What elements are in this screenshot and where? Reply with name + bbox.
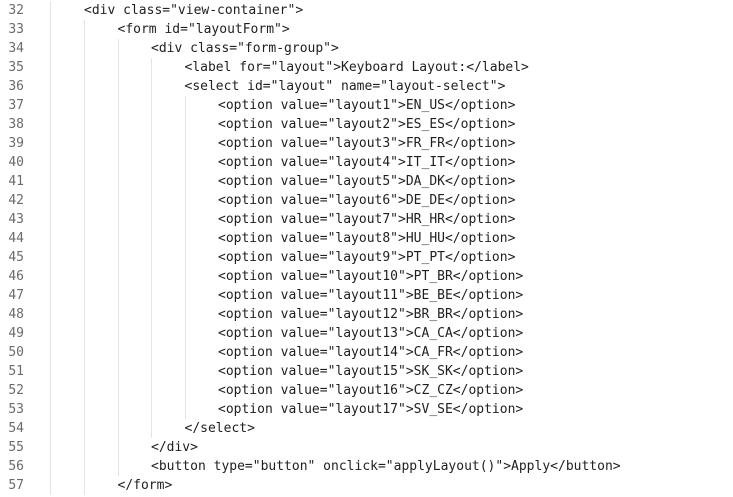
code-text: <option value="layout9">PT_PT</option> — [218, 250, 516, 265]
code-line[interactable]: 48 <option value="layout12">BR_BR</option… — [0, 305, 733, 324]
code-line[interactable]: 35 <label for="layout">Keyboard Layout:</… — [0, 58, 733, 77]
code-text: <div class="form-group"> — [151, 41, 339, 56]
code-text: <option value="layout5">DA_DK</option> — [218, 174, 516, 189]
code-line[interactable]: 56 <button type="button" onclick="applyLa… — [0, 457, 733, 476]
line-number: 36 — [8, 79, 24, 94]
code-line[interactable]: 39 <option value="layout3">FR_FR</option> — [0, 134, 733, 153]
code-text: <option value="layout11">BE_BE</option> — [218, 288, 524, 303]
code-text: <option value="layout13">CA_CA</option> — [218, 326, 524, 341]
code-text: <option value="layout1">EN_US</option> — [218, 98, 516, 113]
line-number: 33 — [8, 22, 24, 37]
line-number: 54 — [8, 421, 24, 436]
code-line[interactable]: 41 <option value="layout5">DA_DK</option> — [0, 172, 733, 191]
code-editor[interactable]: 32 <div class="view-container"> 33 <form id… — [0, 0, 733, 497]
code-text: <button type="button" onclick="applyLayo… — [151, 459, 621, 474]
code-text: <div class="view-container"> — [84, 3, 304, 18]
line-number: 37 — [8, 98, 24, 113]
code-line[interactable]: 47 <option value="layout11">BE_BE</option… — [0, 286, 733, 305]
line-number: 51 — [8, 364, 24, 379]
line-number: 35 — [8, 60, 24, 75]
line-number: 46 — [8, 269, 24, 284]
line-number: 40 — [8, 155, 24, 170]
code-text: </div> — [151, 440, 198, 455]
line-number: 41 — [8, 174, 24, 189]
code-text: <option value="layout10">PT_BR</option> — [218, 269, 524, 284]
line-number: 47 — [8, 288, 24, 303]
code-text: <option value="layout6">DE_DE</option> — [218, 193, 516, 208]
code-line[interactable]: 44 <option value="layout8">HU_HU</option> — [0, 229, 733, 248]
code-line[interactable]: 34 <div class="form-group"> — [0, 39, 733, 58]
code-line[interactable]: 50 <option value="layout14">CA_FR</option… — [0, 343, 733, 362]
line-number: 43 — [8, 212, 24, 227]
code-text: <option value="layout12">BR_BR</option> — [218, 307, 524, 322]
code-line[interactable]: 32 <div class="view-container"> — [0, 1, 733, 20]
line-number: 32 — [8, 3, 24, 18]
code-line[interactable]: 49 <option value="layout13">CA_CA</option… — [0, 324, 733, 343]
line-number: 57 — [8, 478, 24, 493]
code-line[interactable]: 45 <option value="layout9">PT_PT</option> — [0, 248, 733, 267]
code-text: <label for="layout">Keyboard Layout:</la… — [184, 60, 529, 75]
line-number: 50 — [8, 345, 24, 360]
line-number: 53 — [8, 402, 24, 417]
code-line[interactable]: 53 <option value="layout17">SV_SE</option… — [0, 400, 733, 419]
line-number: 49 — [8, 326, 24, 341]
code-line[interactable]: 40 <option value="layout4">IT_IT</option> — [0, 153, 733, 172]
code-text: <option value="layout3">FR_FR</option> — [218, 136, 516, 151]
code-text: <option value="layout15">SK_SK</option> — [218, 364, 524, 379]
code-line[interactable]: 38 <option value="layout2">ES_ES</option> — [0, 115, 733, 134]
line-number: 38 — [8, 117, 24, 132]
code-line[interactable]: 33 <form id="layoutForm"> — [0, 20, 733, 39]
line-number: 56 — [8, 459, 24, 474]
code-text: <option value="layout2">ES_ES</option> — [218, 117, 516, 132]
code-text: </select> — [184, 421, 255, 436]
code-line[interactable]: 46 <option value="layout10">PT_BR</option… — [0, 267, 733, 286]
code-text: <form id="layoutForm"> — [117, 22, 290, 37]
line-number: 39 — [8, 136, 24, 151]
code-text: </form> — [117, 478, 173, 493]
code-line[interactable]: 36 <select id="layout" name="layout-selec… — [0, 77, 733, 96]
code-line[interactable]: 43 <option value="layout7">HR_HR</option> — [0, 210, 733, 229]
code-text: <option value="layout8">HU_HU</option> — [218, 231, 516, 246]
code-line[interactable]: 37 <option value="layout1">EN_US</option> — [0, 96, 733, 115]
line-number: 45 — [8, 250, 24, 265]
code-text: <option value="layout7">HR_HR</option> — [218, 212, 516, 227]
line-number: 52 — [8, 383, 24, 398]
code-text: <option value="layout4">IT_IT</option> — [218, 155, 516, 170]
line-number: 44 — [8, 231, 24, 246]
code-line[interactable]: 51 <option value="layout15">SK_SK</option… — [0, 362, 733, 381]
code-text: <option value="layout17">SV_SE</option> — [218, 402, 524, 417]
line-number: 34 — [8, 41, 24, 56]
line-number: 55 — [8, 440, 24, 455]
line-number: 48 — [8, 307, 24, 322]
code-line[interactable]: 57 </form> — [0, 476, 733, 495]
code-line[interactable]: 42 <option value="layout6">DE_DE</option> — [0, 191, 733, 210]
code-line[interactable]: 52 <option value="layout16">CZ_CZ</option… — [0, 381, 733, 400]
code-line[interactable]: 54 </select> — [0, 419, 733, 438]
code-line[interactable]: 55 </div> — [0, 438, 733, 457]
line-number: 42 — [8, 193, 24, 208]
code-text: <option value="layout16">CZ_CZ</option> — [218, 383, 524, 398]
code-text: <option value="layout14">CA_FR</option> — [218, 345, 524, 360]
code-text: <select id="layout" name="layout-select"… — [184, 79, 506, 94]
